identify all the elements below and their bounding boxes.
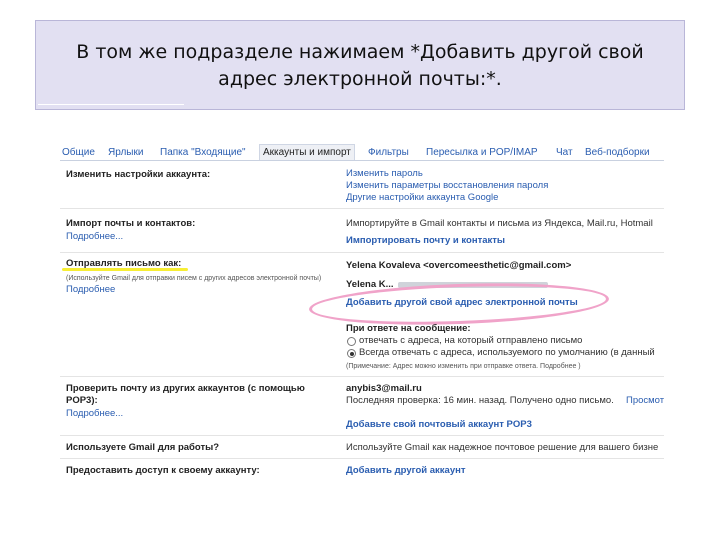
change-password-link[interactable]: Изменить пароль xyxy=(346,168,423,180)
send-as-more-link[interactable]: Подробнее xyxy=(66,284,115,296)
send-as-address-primary: Yelena Kovaleva <overcomeesthetic@gmail.… xyxy=(346,260,572,271)
send-as-label: Отправлять письмо как: xyxy=(66,258,182,269)
section-divider xyxy=(60,435,664,436)
gmail-for-work-label: Используете Gmail для работы? xyxy=(66,442,220,453)
tabs-divider xyxy=(60,160,664,161)
tab-general[interactable]: Общие xyxy=(62,145,95,160)
gmail-settings-screenshot: Общие Ярлыки Папка "Входящие" Аккаунты и… xyxy=(60,140,664,475)
pop3-last-check: Последняя проверка: 16 мин. назад. Получ… xyxy=(346,395,614,406)
tab-filters[interactable]: Фильтры xyxy=(368,145,409,160)
add-pop3-account-link[interactable]: Добавьте свой почтовый аккаунт POP3 xyxy=(346,419,532,431)
account-settings-label: Изменить настройки аккаунта: xyxy=(66,169,211,180)
reply-same-address-label: отвечать с адреса, на который отправлено… xyxy=(359,335,583,346)
reply-default-address-radio[interactable] xyxy=(347,349,356,358)
other-google-settings-link[interactable]: Другие настройки аккаунта Google xyxy=(346,192,498,204)
slide-title-line2: адрес электронной почты:*. xyxy=(218,68,502,90)
reply-same-address-radio[interactable] xyxy=(347,337,356,346)
import-description: Импортируйте в Gmail контакты и письма и… xyxy=(346,218,653,229)
section-divider xyxy=(60,376,664,377)
tab-chat[interactable]: Чат xyxy=(556,145,573,160)
section-divider xyxy=(60,458,664,459)
import-mail-contacts-link[interactable]: Импортировать почту и контакты xyxy=(346,235,505,247)
reply-default-address-label: Всегда отвечать с адреса, используемого … xyxy=(359,347,655,358)
check-mail-more-link[interactable]: Подробнее... xyxy=(66,408,123,420)
tab-web-clips[interactable]: Веб-подборки xyxy=(585,145,650,160)
view-history-link[interactable]: Просмотр xyxy=(626,395,664,407)
pop3-account: anybis3@mail.ru xyxy=(346,383,422,394)
slide-title-line1: В том же подразделе нажимаем *Добавить д… xyxy=(76,41,644,63)
change-recovery-link[interactable]: Изменить параметры восстановления пароля xyxy=(346,180,548,192)
settings-tabs: Общие Ярлыки Папка "Входящие" Аккаунты и… xyxy=(60,144,664,161)
slide-title: В том же подразделе нажимаем *Добавить д… xyxy=(35,20,685,110)
import-label: Импорт почты и контактов: xyxy=(66,218,196,229)
tab-forwarding-pop-imap[interactable]: Пересылка и POP/IMAP xyxy=(426,145,538,160)
tab-labels[interactable]: Ярлыки xyxy=(108,145,143,160)
section-divider xyxy=(60,252,664,253)
section-divider xyxy=(60,208,664,209)
tab-inbox[interactable]: Папка "Входящие" xyxy=(160,145,246,160)
gmail-for-work-desc: Используйте Gmail как надежное почтовое … xyxy=(346,442,659,453)
tab-accounts-import[interactable]: Аккаунты и импорт xyxy=(259,144,355,160)
reply-note: (Примечание: Адрес можно изменить при от… xyxy=(346,363,581,370)
reply-from-label: При ответе на сообщение: xyxy=(346,323,471,334)
check-mail-label-pop3: POP3): xyxy=(66,395,98,406)
grant-access-label: Предоставить доступ к своему аккаунту: xyxy=(66,465,260,475)
check-mail-label: Проверить почту из других аккаунтов (с п… xyxy=(66,383,305,394)
add-another-account-link[interactable]: Добавить другой аккаунт xyxy=(346,465,466,475)
import-more-link[interactable]: Подробнее... xyxy=(66,231,123,243)
title-divider xyxy=(38,104,184,105)
